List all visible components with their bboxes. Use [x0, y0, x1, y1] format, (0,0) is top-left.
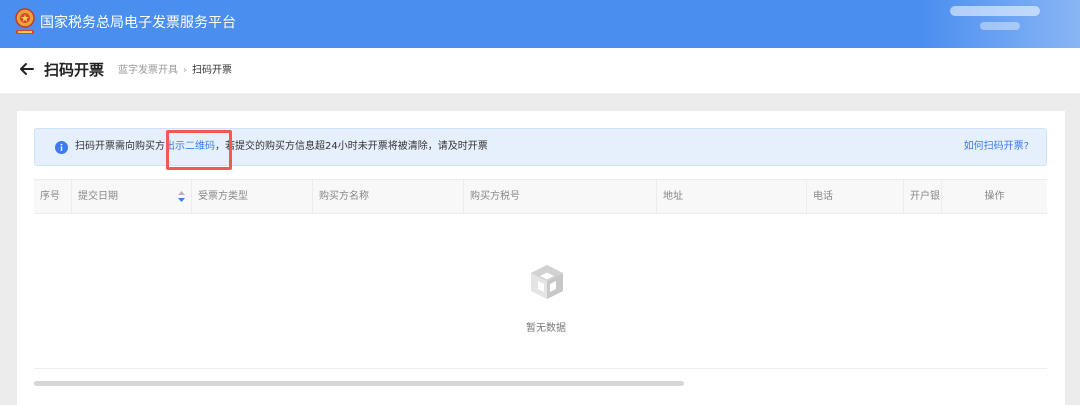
- how-to-scan-link[interactable]: 如何扫码开票?: [964, 129, 1029, 165]
- column-header-address: 地址: [657, 180, 807, 213]
- header-decoration-highlight: [950, 6, 1040, 16]
- horizontal-scrollbar[interactable]: [34, 381, 684, 386]
- breadcrumb: 蓝字发票开具 › 扫码开票: [118, 48, 232, 93]
- column-header-actions: 操作: [984, 191, 1005, 202]
- annotation-highlight-box: [166, 130, 232, 170]
- column-header-buyer-name: 购买方名称: [313, 180, 464, 213]
- page-title: 扫码开票: [44, 61, 105, 79]
- breadcrumb-current: 扫码开票: [192, 65, 232, 76]
- app-title: 国家税务总局电子发票服务平台: [40, 15, 236, 31]
- column-header-index: 序号: [34, 180, 72, 213]
- arrow-left-icon[interactable]: [16, 58, 38, 80]
- tax-emblem-logo: [15, 8, 35, 34]
- sort-icon[interactable]: [178, 191, 185, 202]
- table-header: 序号 提交日期 受票方类型 购买方名称 购买方税号 地址 电话 开户银 操作: [34, 179, 1047, 214]
- column-header-bank: 开户银: [904, 180, 942, 213]
- column-header-buyer-tax-id: 购买方税号: [464, 180, 657, 213]
- page-header: 扫码开票 蓝字发票开具 › 扫码开票: [0, 48, 1080, 93]
- empty-state-text: 暂无数据: [526, 323, 566, 334]
- table-bottom-divider: [34, 368, 1047, 369]
- column-header-phone: 电话: [807, 180, 904, 213]
- notice-text: 扫码开票需向购买方出示二维码，若提交的购买方信息超24小时未开票将被清除，请及时…: [75, 129, 488, 165]
- column-header-recipient-type: 受票方类型: [192, 180, 313, 213]
- header-decoration-highlight-small: [980, 22, 1020, 30]
- empty-box-icon: [531, 265, 563, 299]
- info-icon: [55, 141, 68, 154]
- notice-text-after: ，若提交的购买方信息超24小时未开票将被清除，请及时开票: [215, 141, 488, 152]
- breadcrumb-separator: ›: [183, 65, 187, 76]
- notice-text-before: 扫码开票需向购买方: [75, 141, 165, 152]
- top-bar: 国家税务总局电子发票服务平台: [0, 0, 1080, 48]
- breadcrumb-parent[interactable]: 蓝字发票开具: [118, 65, 178, 76]
- column-header-submit-date-label: 提交日期: [78, 191, 118, 202]
- column-header-submit-date[interactable]: 提交日期: [72, 180, 192, 213]
